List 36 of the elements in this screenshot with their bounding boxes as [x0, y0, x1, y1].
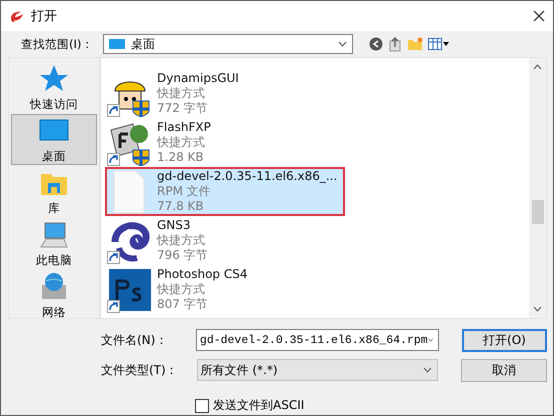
sidebar-item[interactable]: 此电脑: [11, 218, 97, 269]
chevron-down-icon: [338, 41, 347, 47]
sidebar-item[interactable]: 网络: [11, 270, 97, 321]
file-name-field[interactable]: gd-devel-2.0.35-11.el6.x86_64.rpm: [196, 329, 439, 351]
scroll-down-icon[interactable]: [533, 306, 542, 312]
photoshop-icon: [107, 266, 153, 312]
chevron-down-icon: [423, 367, 432, 373]
app-logo-icon: [9, 9, 25, 23]
chevron-down-icon: [428, 337, 433, 343]
look-in-dropdown[interactable]: 桌面: [103, 34, 353, 54]
window-title: 打开: [31, 8, 57, 25]
scroll-up-icon[interactable]: [533, 64, 542, 70]
star-icon: [38, 63, 70, 93]
file-item[interactable]: gd-devel-2.0.35-11.el6.x86_... RPM 文件 77.8 KB: [105, 167, 346, 216]
sidebar-item[interactable]: 快速访问: [11, 62, 97, 113]
file-item[interactable]: GNS3 快捷方式 796 字节: [105, 216, 319, 265]
checkbox-label: 发送文件到ASCII: [213, 397, 304, 414]
scroll-thumb[interactable]: [532, 200, 544, 224]
sidebar-item[interactable]: 桌面: [11, 114, 97, 165]
file-item[interactable]: Photoshop CS4 快捷方式 807 字节: [105, 265, 319, 314]
file-type-dropdown[interactable]: 所有文件 (*.*): [196, 359, 438, 381]
scrollbar[interactable]: [529, 58, 546, 318]
cancel-button[interactable]: 取消: [461, 358, 547, 382]
file-type-label: 文件类型(T)：: [101, 362, 179, 378]
checkbox[interactable]: [195, 398, 209, 412]
open-button[interactable]: 打开(O): [462, 328, 547, 352]
view-menu-icon[interactable]: [428, 38, 450, 50]
file-item[interactable]: FlashFXP 快捷方式 1.28 KB: [105, 118, 319, 167]
back-icon[interactable]: [369, 37, 383, 51]
up-folder-icon[interactable]: [388, 36, 402, 52]
file-item[interactable]: DynamipsGUI 快捷方式 772 字节: [105, 69, 319, 118]
desktop-icon: [109, 38, 125, 50]
file-name-label: 文件名(N)：: [101, 332, 168, 348]
close-icon[interactable]: [533, 10, 545, 22]
look-in-label: 查找范围(I)：: [21, 36, 94, 52]
sidebar-item[interactable]: 库: [11, 166, 97, 217]
